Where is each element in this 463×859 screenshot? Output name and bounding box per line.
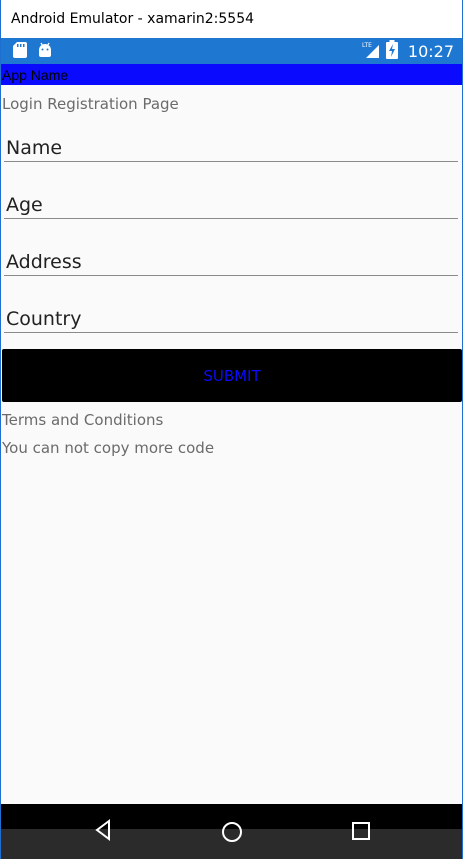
page-heading: Login Registration Page [2, 95, 179, 113]
app-bar: App Name [1, 64, 462, 85]
battery-charging-icon [385, 40, 398, 63]
recents-icon [352, 822, 370, 840]
home-icon [222, 822, 242, 842]
address-input[interactable] [4, 251, 456, 273]
back-button[interactable] [89, 818, 117, 842]
submit-button[interactable]: SUBMIT [2, 349, 462, 402]
footer-note: You can not copy more code [2, 439, 215, 457]
lte-signal-icon: LTE [362, 41, 380, 63]
name-input[interactable] [4, 137, 456, 159]
age-field[interactable] [4, 184, 458, 219]
address-field[interactable] [4, 241, 458, 276]
emulator-titlebar: Android Emulator - xamarin2:5554 [1, 0, 462, 38]
emulator-window: Android Emulator - xamarin2:5554 LTE 10:… [0, 0, 463, 859]
country-input[interactable] [4, 308, 456, 330]
country-field[interactable] [4, 298, 458, 333]
terms-link[interactable]: Terms and Conditions [2, 411, 163, 429]
back-icon [95, 819, 110, 841]
window-title: Android Emulator - xamarin2:5554 [11, 11, 255, 27]
android-status-bar: LTE 10:27 [1, 38, 462, 64]
sd-card-icon [13, 42, 27, 62]
status-clock: 10:27 [407, 42, 454, 61]
android-icon [37, 42, 53, 62]
home-button[interactable] [218, 818, 246, 842]
age-input[interactable] [4, 194, 456, 216]
svg-text:LTE: LTE [362, 42, 372, 49]
app-title: App Name [2, 67, 69, 83]
android-nav-bar [1, 804, 462, 859]
recents-button[interactable] [347, 818, 375, 842]
name-field[interactable] [4, 127, 458, 162]
